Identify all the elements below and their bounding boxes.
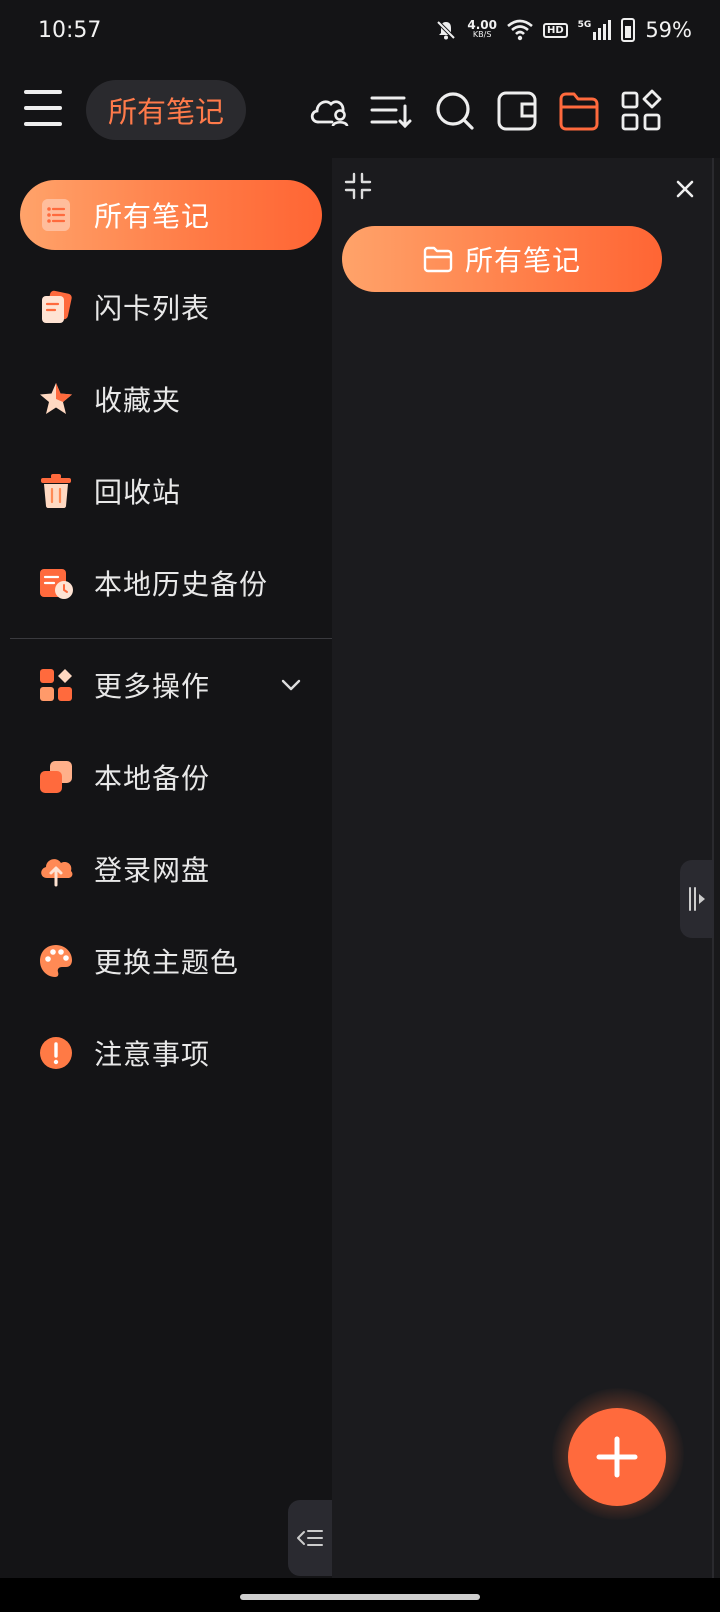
page-title[interactable]: 所有笔记 [86,80,246,140]
sidebar-item-label: 收藏夹 [94,384,182,417]
sidebar-item-label: 登录网盘 [94,854,211,887]
collapse-sidebar-button[interactable] [288,1500,332,1576]
drag-handle-icon [689,887,705,911]
status-time: 10:57 [38,18,102,43]
shrink-icon[interactable] [344,172,372,200]
notes-list-icon [42,199,70,231]
sidebar-divider [10,638,332,639]
sidebar-item-flashcards[interactable]: 闪卡列表 [20,272,322,342]
net-speed-value: 4.00 [467,18,497,32]
folder-icon[interactable] [556,88,602,134]
close-icon[interactable] [674,178,696,200]
home-indicator[interactable] [240,1594,480,1600]
sidebar-item-local-backup[interactable]: 本地备份 [20,742,322,812]
status-bar: 10:57 4.00 KB/S HD 5G 59% [0,0,720,64]
signal-label: 5G [577,20,592,30]
apps-icon[interactable] [618,88,664,134]
mute-bell-icon [436,20,456,40]
sidebar-item-label: 本地历史备份 [94,568,269,601]
status-icons: 4.00 KB/S HD 5G 59% [435,18,692,42]
net-speed-unit: KB/S [472,30,492,39]
more-actions-icon [40,669,72,701]
sort-icon[interactable] [368,88,414,134]
wallet-icon[interactable] [494,88,540,134]
local-backup-icon [40,761,72,793]
sidebar-item-history-backup[interactable]: 本地历史备份 [20,548,322,618]
history-backup-icon [40,569,73,599]
cloud-user-icon[interactable] [306,88,352,134]
sidebar-item-label: 本地备份 [94,762,211,795]
collapse-menu-icon [297,1530,323,1546]
plus-icon [596,1436,638,1478]
search-icon[interactable] [432,88,478,134]
cloud-upload-icon [41,859,73,887]
flashcard-icon [42,290,72,323]
sidebar-item-label: 更换主题色 [94,946,240,979]
folder-panel [332,158,714,1578]
chevron-down-icon[interactable] [280,674,302,696]
expand-panel-handle[interactable] [680,860,714,938]
sidebar-item-label: 回收站 [94,476,182,509]
sidebar-item-favorites[interactable]: 收藏夹 [20,364,322,434]
sidebar-item-trash[interactable]: 回收站 [20,456,322,526]
sidebar-item-notice[interactable]: 注意事项 [20,1018,322,1088]
hd-badge: HD [542,22,568,38]
notice-icon [40,1037,72,1069]
battery-percent: 59% [645,18,692,42]
sidebar-item-label: 闪卡列表 [94,292,211,325]
folder-icon [423,246,453,273]
sidebar-item-more-actions[interactable]: 更多操作 [20,650,322,720]
battery-icon [621,18,636,42]
add-note-button[interactable] [568,1408,666,1506]
sidebar-item-theme-color[interactable]: 更换主题色 [20,926,322,996]
sidebar-item-login-cloud[interactable]: 登录网盘 [20,834,322,904]
wifi-icon [507,19,533,41]
sidebar-item-all-notes[interactable]: 所有笔记 [20,180,322,250]
folder-label: 所有笔记 [464,244,581,277]
sidebar-item-label: 注意事项 [94,1038,211,1071]
app-bar: 所有笔记 [0,64,720,158]
palette-icon [40,945,72,977]
star-icon [40,383,72,414]
folder-all-notes-button[interactable]: 所有笔记 [342,226,662,292]
trash-icon [41,474,71,508]
sidebar-item-label: 所有笔记 [94,200,211,233]
cell-signal: 5G [578,20,612,40]
network-speed: 4.00 KB/S [467,18,497,40]
menu-icon[interactable] [24,90,62,130]
sidebar-item-label: 更多操作 [94,670,211,703]
